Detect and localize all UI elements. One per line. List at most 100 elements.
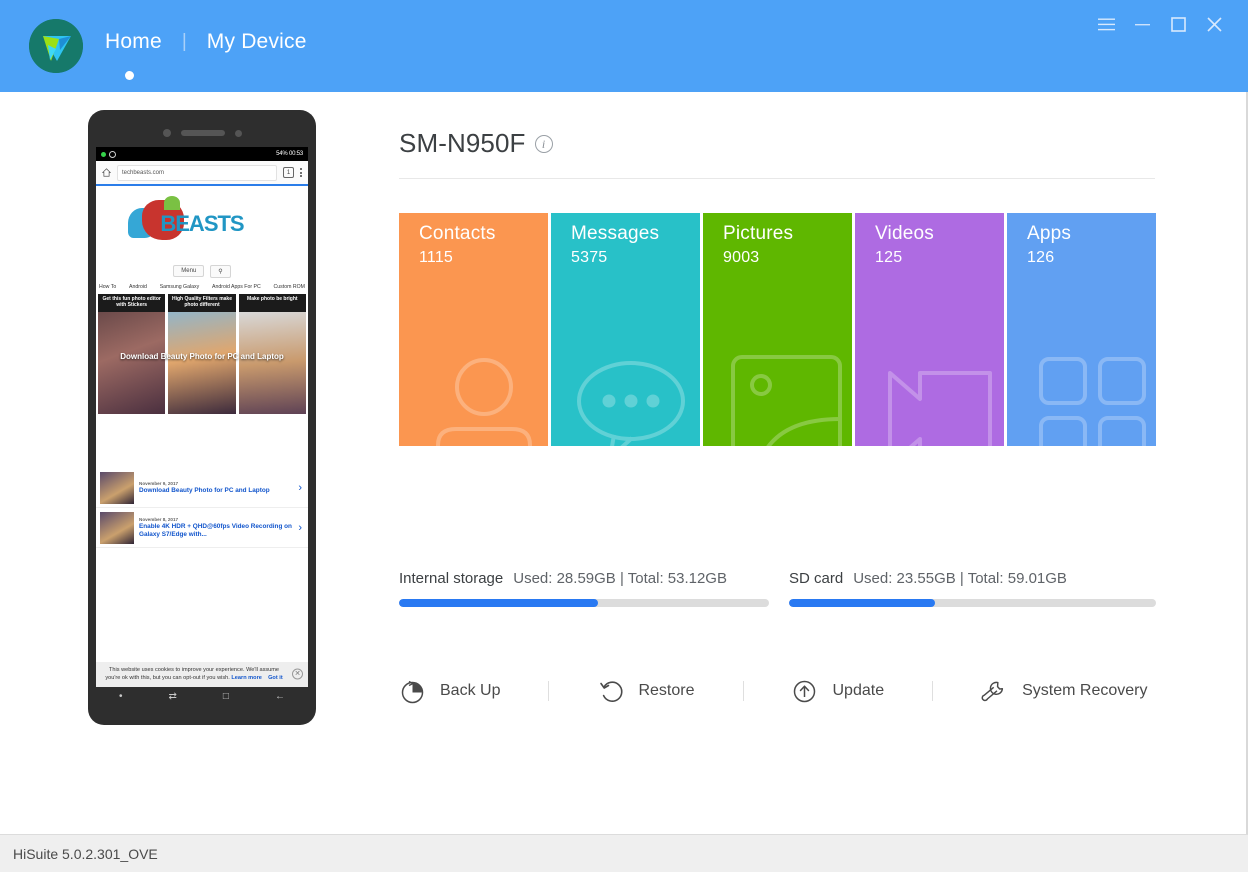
site-nav-item[interactable]: Custom ROM (274, 284, 305, 290)
action-divider (932, 681, 934, 701)
internal-storage-track (399, 599, 769, 607)
backup-button[interactable]: Back Up (399, 678, 500, 704)
site-card-image (238, 312, 306, 414)
backup-label: Back Up (440, 682, 501, 699)
phone-site-navrow: How To Android Samsung Galaxy Android Ap… (96, 280, 308, 294)
phone-url-input[interactable]: techbeasts.com (117, 164, 277, 181)
site-nav-item[interactable]: How To (99, 284, 116, 290)
internal-storage-fill (399, 599, 599, 607)
info-icon[interactable]: i (534, 134, 553, 153)
home-icon[interactable] (102, 168, 111, 177)
nav-item-my-device[interactable]: My Device (205, 30, 309, 54)
phone-site-logo: BEASTS (96, 186, 308, 262)
menu-icon (1097, 18, 1115, 30)
phone-status-bar: 54% 00:53 (96, 147, 308, 161)
action-divider (742, 681, 744, 701)
status-bar: HiSuite 5.0.2.301_OVE (0, 834, 1248, 872)
tile-label: Contacts (419, 223, 496, 244)
phone-tab-count[interactable]: 1 (283, 167, 294, 178)
phone-site-menu-row: Menu ⚲ (96, 262, 308, 280)
kebab-menu-icon[interactable] (300, 168, 302, 177)
tile-label: Pictures (723, 223, 794, 244)
sdcard-storage-detail: Used: 23.55GB | Total: 59.01GB (853, 570, 1067, 587)
chevron-right-icon[interactable]: › (298, 482, 304, 494)
tile-contacts[interactable]: Contacts 1115 (399, 213, 548, 446)
cookie-consent-banner: This website uses cookies to improve you… (96, 661, 308, 687)
device-header: SM-N950F i (399, 128, 553, 159)
nav-item-home[interactable]: Home (103, 30, 164, 54)
site-nav-item[interactable]: Android Apps For PC (212, 284, 261, 290)
phone-earpiece (180, 130, 225, 136)
cookie-learn-more-link[interactable]: Learn more (231, 675, 261, 681)
restore-button[interactable]: Restore (597, 678, 695, 704)
phone-camera-dot (162, 129, 171, 137)
article-text: November 9, 2017 Download Beauty Photo f… (139, 481, 293, 495)
close-icon (1206, 16, 1222, 32)
article-title[interactable]: Enable 4K HDR + QHD@60fps Video Recordin… (139, 523, 293, 538)
apps-grid-icon (1038, 356, 1148, 446)
tile-messages[interactable]: Messages 5375 (551, 213, 700, 446)
hisuite-logo-icon (29, 19, 83, 73)
phone-sensor-dot (234, 129, 242, 137)
app-window: Home | My Device 54% 00:53 techbeasts.co… (0, 0, 1248, 872)
update-label: Update (832, 682, 885, 699)
tile-pictures[interactable]: Pictures 9003 (703, 213, 852, 446)
close-circle-icon[interactable]: ✕ (292, 668, 303, 680)
menu-button[interactable] (1088, 9, 1124, 39)
system-recovery-button[interactable]: System Recovery (981, 678, 1147, 704)
site-nav-item[interactable]: Samsung Galaxy (160, 284, 200, 290)
sdcard-storage-head: SD card Used: 23.55GB | Total: 59.01GB (789, 570, 1156, 587)
category-tiles: Contacts 1115 Messages 5375 Pictures 900… (399, 213, 1156, 446)
site-article-row[interactable]: November 9, 2017 Download Beauty Photo f… (96, 468, 308, 508)
home-square-icon[interactable]: □ (223, 691, 229, 702)
phone-preview: 54% 00:53 techbeasts.com 1 BEASTS Menu ⚲… (88, 110, 316, 725)
site-card-title: Get this fun photo editor with Stickers (102, 296, 161, 309)
tile-count: 5375 (571, 249, 608, 266)
internal-storage-head: Internal storage Used: 28.59GB | Total: … (399, 570, 789, 587)
site-card-image (168, 312, 236, 414)
site-hero-overlay-title: Download Beauty Photo for PC and Laptop (120, 352, 284, 361)
internal-storage-block: Internal storage Used: 28.59GB | Total: … (399, 570, 789, 607)
contacts-person-icon (428, 353, 540, 446)
recents-dot-icon[interactable]: • (119, 691, 123, 702)
site-nav-item[interactable]: Android (129, 284, 147, 290)
sdcard-storage-label: SD card (789, 570, 844, 587)
video-clip-icon (884, 353, 996, 446)
chevron-right-icon[interactable]: › (298, 522, 304, 534)
minimize-button[interactable] (1124, 9, 1160, 39)
sdcard-storage-fill (789, 599, 936, 607)
tile-videos[interactable]: Videos 125 (855, 213, 1004, 446)
site-white-space (96, 414, 308, 468)
site-menu-button[interactable]: Menu (173, 265, 205, 277)
notification-dot-icon (101, 151, 106, 157)
phone-site-cards: Get this fun photo editor with Stickers … (96, 294, 308, 414)
nav-separator: | (181, 31, 187, 52)
switch-icon[interactable]: ⇄ (169, 691, 177, 702)
maximize-button[interactable] (1160, 9, 1196, 39)
update-button[interactable]: Update (792, 678, 885, 704)
article-text: November 8, 2017 Enable 4K HDR + QHD@60f… (139, 517, 293, 538)
close-button[interactable] (1196, 9, 1232, 39)
message-bubble-icon (570, 356, 692, 446)
article-thumbnail (100, 511, 134, 544)
nav-active-indicator (125, 71, 134, 80)
back-arrow-icon[interactable]: ← (275, 691, 285, 702)
cookie-accept-button[interactable]: Got it (268, 675, 283, 681)
site-card-title: Make photo be bright (247, 296, 298, 302)
restore-arrow-icon (597, 678, 623, 704)
site-article-row[interactable]: November 8, 2017 Enable 4K HDR + QHD@60f… (96, 508, 308, 548)
tile-count: 1115 (419, 249, 454, 266)
article-thumbnail (100, 471, 134, 504)
article-date: November 8, 2017 (139, 516, 179, 522)
site-search-icon[interactable]: ⚲ (210, 264, 231, 278)
phone-status-left (101, 150, 116, 158)
storage-section: Internal storage Used: 28.59GB | Total: … (399, 570, 1156, 607)
tile-apps[interactable]: Apps 126 (1007, 213, 1156, 446)
main-nav: Home | My Device (103, 30, 309, 54)
minimize-icon (1134, 23, 1150, 25)
article-title[interactable]: Download Beauty Photo for PC and Laptop (139, 487, 293, 495)
picture-frame-icon (729, 353, 844, 446)
action-bar: Back Up Restore Update System Recovery (399, 668, 1156, 714)
phone-screen: 54% 00:53 techbeasts.com 1 BEASTS Menu ⚲… (96, 147, 308, 687)
logo-shape-green (164, 196, 180, 210)
